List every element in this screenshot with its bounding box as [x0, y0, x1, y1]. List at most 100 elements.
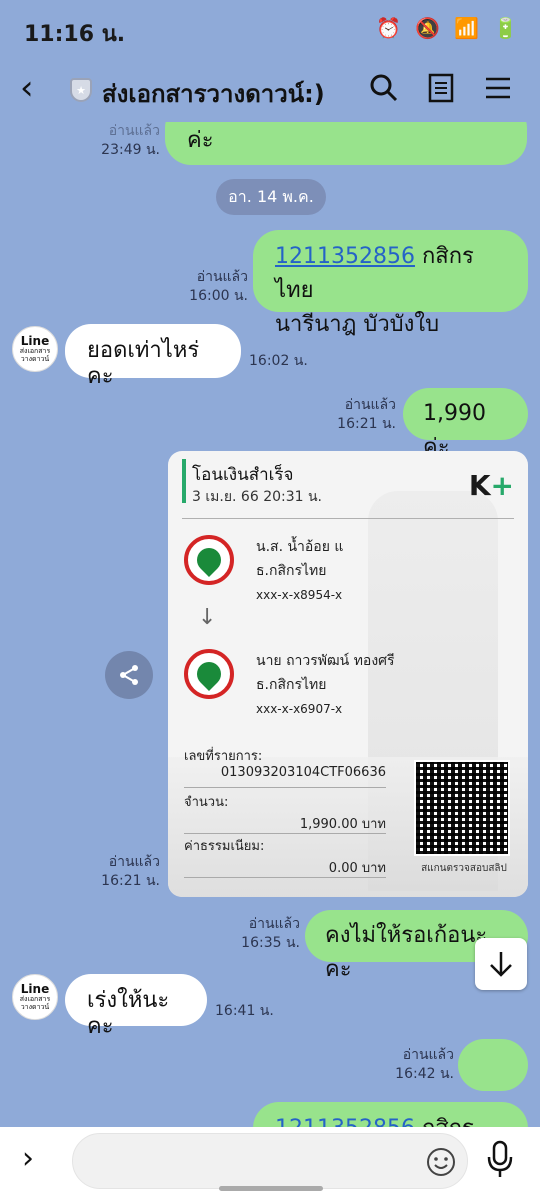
kplus-logo: K+ [469, 469, 514, 502]
status-bar: 11:16 น. ⏰ 🔕 📶 🔋 [0, 0, 540, 58]
read-receipt: อ่านแล้ว [344, 397, 396, 413]
slip-divider [182, 518, 514, 519]
message-bubble-out[interactable]: ค่ะ [165, 122, 527, 165]
message-meta: อ่านแล้ว 16:35 น. [240, 915, 300, 953]
sender-bank: ธ.กสิกรไทย [256, 563, 327, 579]
ref-label: เลขที่รายการ: [184, 749, 263, 764]
avatar-text: วางดาวน์ [20, 355, 50, 363]
avatar-text: วางดาวน์ [20, 1003, 50, 1011]
sender-info: น.ส. น้ำอ้อย แ ธ.กสิกรไทย xxx-x-x8954-x [256, 535, 343, 607]
share-button[interactable] [105, 651, 153, 699]
emoji-button[interactable] [425, 1146, 457, 1182]
receiver-bank: ธ.กสิกรไทย [256, 677, 327, 693]
sender-name: น.ส. น้ำอ้อย แ [256, 539, 344, 555]
menu-button[interactable] [480, 70, 516, 106]
message-time: 16:00 น. [189, 288, 248, 304]
message-meta: อ่านแล้ว 16:42 น. [394, 1046, 454, 1084]
navigation-handle[interactable] [219, 1186, 323, 1191]
message-time: 16:21 น. [101, 873, 160, 889]
kbank-logo-icon [184, 535, 234, 585]
read-receipt: อ่านแล้ว [248, 916, 300, 932]
sender-account: xxx-x-x8954-x [256, 588, 343, 602]
status-icons: ⏰ 🔕 📶 🔋 [376, 16, 518, 40]
slip-date: 3 เม.ย. 66 20:31 น. [192, 489, 323, 505]
date-separator: อา. 14 พ.ค. [216, 179, 326, 215]
message-bubble-in[interactable]: เร่งให้นะคะ [65, 974, 207, 1039]
message-meta: อ่านแล้ว 16:21 น. [100, 853, 160, 891]
search-button[interactable] [366, 70, 402, 106]
arrow-down-icon: ↓ [198, 605, 217, 630]
signal-icon: 📶 [454, 16, 480, 40]
official-shield-icon: ★ [70, 78, 92, 102]
read-receipt: อ่านแล้ว [196, 269, 248, 285]
back-button[interactable]: ‹ [20, 70, 34, 106]
message-time: 23:49 น. [101, 142, 160, 158]
message-time: 16:42 น. [395, 1066, 454, 1082]
kbank-logo-icon [184, 649, 234, 699]
slip-rule [184, 877, 386, 878]
read-receipt: อ่านแล้ว [402, 1047, 454, 1063]
expand-button[interactable]: › [22, 1141, 34, 1176]
avatar-text: ส่งเอกสาร [19, 995, 51, 1003]
hamburger-icon [486, 77, 510, 99]
read-receipt: อ่านแล้ว [108, 854, 160, 870]
slip-rule [184, 833, 386, 834]
slip-title-accent [182, 459, 186, 503]
message-text: เร่งให้นะคะ [87, 988, 170, 1039]
account-link[interactable]: 1211352856 [275, 244, 415, 269]
battery-icon: 🔋 [493, 16, 518, 40]
message-bubble-out[interactable] [458, 1039, 528, 1091]
account-link[interactable]: 1211352856 [275, 1116, 415, 1127]
message-bubble-out[interactable]: 1,990 ค่ะ [403, 388, 528, 460]
emoji-icon [427, 1148, 455, 1176]
avatar[interactable]: Line ส่งเอกสาร วางดาวน์ [12, 974, 58, 1020]
search-icon [370, 74, 398, 102]
ref-value: 013093203104CTF06636 [220, 765, 386, 780]
scroll-to-bottom-button[interactable] [475, 938, 527, 990]
read-receipt: อ่านแล้ว [108, 123, 160, 139]
fee-value: 0.00 บาท [328, 861, 386, 876]
status-time: 11:16 น. [24, 22, 126, 47]
message-time: 16:21 น. [337, 416, 396, 432]
amount-value: 1,990.00 บาท [299, 817, 386, 832]
message-meta: อ่านแล้ว 23:49 น. [100, 122, 160, 160]
share-icon [120, 665, 138, 685]
message-text: ยอดเท่าไหร่คะ [87, 338, 200, 389]
message-text: คงไม่ให้รอเก้อนะคะ [325, 923, 488, 982]
slip-rule [184, 787, 386, 788]
chat-title: ส่งเอกสารวางดาวน์:) [102, 80, 325, 108]
alarm-icon: ⏰ [376, 16, 402, 40]
message-meta: อ่านแล้ว 16:21 น. [336, 396, 396, 434]
voice-button[interactable] [484, 1139, 516, 1183]
notes-button[interactable] [423, 70, 459, 106]
message-bubble-in[interactable]: ยอดเท่าไหร่คะ [65, 324, 241, 389]
mute-icon: 🔕 [415, 16, 441, 40]
message-text: นารีนาฎ บัวบังใบ [275, 312, 440, 337]
kplus-logo-plus: + [490, 469, 514, 502]
notes-icon [428, 73, 454, 103]
fee-label: ค่าธรรมเนียม: [184, 839, 265, 854]
message-bubble-out[interactable]: 1211352856 กสิกรไทย [253, 1102, 528, 1127]
qr-code [414, 760, 510, 856]
message-meta: อ่านแล้ว 16:00 น. [188, 268, 248, 306]
arrow-down-icon [490, 952, 512, 977]
message-text: ค่ะ [187, 128, 214, 153]
chat-header: ‹ ★ ส่งเอกสารวางดาวน์:) [0, 58, 540, 122]
kplus-logo-k: K [468, 469, 491, 502]
transfer-slip-image[interactable]: โอนเงินสำเร็จ 3 เม.ย. 66 20:31 น. K+ น.ส… [168, 451, 528, 897]
message-input-container[interactable] [72, 1133, 468, 1189]
avatar-text: Line [20, 982, 50, 996]
avatar-text: Line [20, 334, 50, 348]
avatar[interactable]: Line ส่งเอกสาร วางดาวน์ [12, 326, 58, 372]
message-input[interactable] [93, 1146, 423, 1176]
receiver-info: นาย ถาวรพัฒน์ ทองศรี ธ.กสิกรไทย xxx-x-x6… [256, 649, 395, 721]
slip-title: โอนเงินสำเร็จ [192, 465, 294, 485]
receiver-name: นาย ถาวรพัฒน์ ทองศรี [256, 653, 395, 669]
microphone-icon [487, 1140, 513, 1177]
amount-label: จำนวน: [184, 795, 229, 810]
message-bubble-out[interactable]: 1211352856 กสิกรไทย นารีนาฎ บัวบังใบ [253, 230, 528, 337]
qr-caption: สแกนตรวจสอบสลิป [421, 863, 507, 874]
chat-area[interactable]: อ่านแล้ว 23:49 น. ค่ะ อา. 14 พ.ค. อ่านแล… [0, 122, 540, 1127]
message-time: 16:41 น. [215, 1003, 274, 1019]
message-time: 16:02 น. [249, 353, 308, 369]
